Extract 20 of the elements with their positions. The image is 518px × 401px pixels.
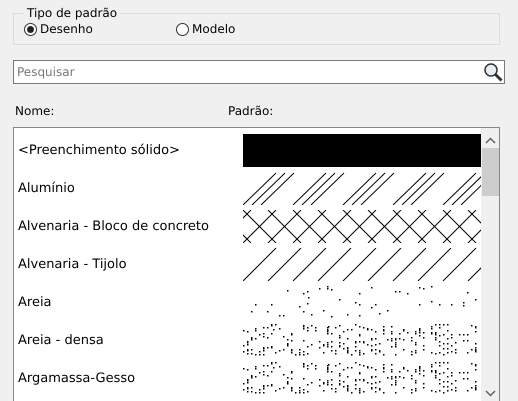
search-icon[interactable] <box>483 62 503 82</box>
radio-option[interactable]: Desenho <box>24 22 176 36</box>
column-header: Nome: <box>15 104 56 118</box>
search-field[interactable]: Pesquisar <box>13 60 505 84</box>
pattern-name[interactable]: Argamassa-Gesso <box>18 370 243 386</box>
pattern-name[interactable]: Alvenaria - Bloco de concreto <box>18 218 243 234</box>
radio-icon <box>176 22 189 36</box>
pattern-name[interactable]: Alvenaria - Tijolo <box>18 256 243 272</box>
pattern-name[interactable]: <Preenchimento sólido> <box>18 142 243 158</box>
column-header: Padrão: <box>228 104 274 118</box>
radio-option[interactable]: Modelo <box>176 22 328 36</box>
scrollbar[interactable] <box>481 128 499 401</box>
scroll-down-icon[interactable] <box>484 390 496 397</box>
group-title: Tipo de padrão <box>26 6 118 20</box>
radio-icon <box>24 22 37 36</box>
pattern-name[interactable]: Areia - densa <box>18 332 243 348</box>
scroll-thumb[interactable] <box>482 148 498 196</box>
pattern-name[interactable]: Alumínio <box>18 180 243 196</box>
pattern-name[interactable]: Areia <box>18 294 243 310</box>
scroll-up-icon[interactable] <box>484 137 496 144</box>
